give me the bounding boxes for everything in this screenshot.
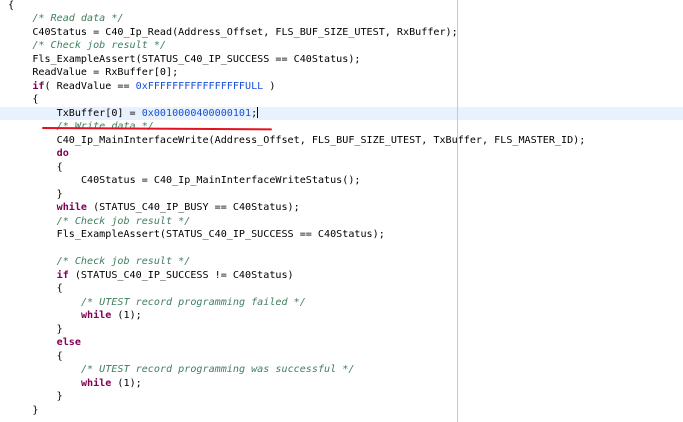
code-line[interactable]: /* UTEST record programming was successf… xyxy=(0,363,683,377)
code-token-comment: /* Check job result */ xyxy=(56,215,191,227)
code-token-plain: C40_Ip_MainInterfaceWrite(Address_Offset… xyxy=(56,134,586,146)
code-line[interactable]: } xyxy=(0,188,683,202)
code-token-plain: ) xyxy=(263,80,276,92)
code-line[interactable]: /* UTEST record programming failed */ xyxy=(0,296,683,310)
code-token-plain: { xyxy=(32,94,39,105)
code-line[interactable]: /* Read data */ xyxy=(0,12,683,26)
code-editor[interactable]: while (Address_Offset < UTEST_END_ADDRES… xyxy=(0,0,683,422)
code-token-plain: Fls_ExampleAssert(STATUS_C40_IP_SUCCESS … xyxy=(56,229,385,240)
code-token-comment: /* UTEST record programming failed */ xyxy=(80,296,306,308)
code-token-plain: C40Status = C40_Ip_MainInterfaceWriteSta… xyxy=(80,175,361,186)
code-line[interactable]: } xyxy=(0,390,683,404)
code-token-plain: { xyxy=(56,283,63,294)
code-line[interactable]: /* Check job result */ xyxy=(0,39,683,53)
code-line[interactable]: { xyxy=(0,0,683,12)
code-line[interactable]: while (1); xyxy=(0,377,683,391)
code-line[interactable]: while (1); xyxy=(0,309,683,323)
code-token-keyword: if xyxy=(56,269,69,281)
code-token-plain: C40Status = C40_Ip_Read(Address_Offset, … xyxy=(32,26,458,38)
code-token-number: 0x0010000400000101 xyxy=(141,107,252,119)
code-line[interactable]: Fls_ExampleAssert(STATUS_C40_IP_SUCCESS … xyxy=(0,53,683,67)
code-token-plain: } xyxy=(56,188,63,200)
code-line[interactable]: { xyxy=(0,282,683,296)
code-token-comment: /* UTEST record programming was successf… xyxy=(80,364,355,375)
code-token-keyword: while xyxy=(56,202,88,213)
code-token-keyword: if xyxy=(32,80,45,92)
code-token-plain: (1); xyxy=(111,377,142,389)
code-line[interactable]: else xyxy=(0,336,683,350)
code-token-plain: (1); xyxy=(111,310,142,321)
code-token-number: 0xFFFFFFFFFFFFFFFFULL xyxy=(135,80,264,92)
code-lines[interactable]: while (Address_Offset < UTEST_END_ADDRES… xyxy=(0,0,683,417)
code-token-plain: Fls_ExampleAssert(STATUS_C40_IP_SUCCESS … xyxy=(32,53,361,65)
code-line[interactable]: { xyxy=(0,350,683,364)
code-line[interactable]: C40Status = C40_Ip_MainInterfaceWriteSta… xyxy=(0,174,683,188)
code-line[interactable]: do xyxy=(0,147,683,161)
code-line[interactable]: } xyxy=(0,323,683,337)
code-line[interactable]: Fls_ExampleAssert(STATUS_C40_IP_SUCCESS … xyxy=(0,228,683,242)
code-token-keyword: while xyxy=(80,310,112,321)
code-line[interactable]: C40_Ip_MainInterfaceWrite(Address_Offset… xyxy=(0,134,683,148)
code-token-plain: TxBuffer[0] = xyxy=(56,107,142,119)
code-token-keyword: else xyxy=(56,337,81,348)
code-line[interactable]: { xyxy=(0,93,683,107)
code-token-comment: /* Check job result */ xyxy=(56,256,191,267)
text-cursor xyxy=(257,106,259,118)
code-line[interactable]: ReadValue = RxBuffer[0]; xyxy=(0,66,683,80)
code-token-plain: { xyxy=(56,161,63,173)
code-token-plain: { xyxy=(56,350,63,362)
code-line[interactable]: /* Check job result */ xyxy=(0,215,683,229)
code-token-comment: /* Read data */ xyxy=(32,13,124,24)
code-token-keyword: while xyxy=(80,377,112,389)
code-line[interactable]: if (STATUS_C40_IP_SUCCESS != C40Status) xyxy=(0,269,683,283)
print-margin-line xyxy=(457,0,458,422)
code-token-plain: { xyxy=(8,0,15,11)
code-line[interactable]: TxBuffer[0] = 0x0010000400000101; xyxy=(0,106,683,120)
code-line[interactable]: if( ReadValue == 0xFFFFFFFFFFFFFFFFULL ) xyxy=(0,80,683,94)
code-token-plain: } xyxy=(56,323,63,335)
code-token-plain: } xyxy=(56,391,63,402)
code-token-keyword: do xyxy=(56,148,69,159)
code-line[interactable]: /* Check job result */ xyxy=(0,255,683,269)
code-token-plain: (STATUS_C40_IP_SUCCESS != C40Status) xyxy=(68,269,294,281)
code-token-plain: ( ReadValue == xyxy=(44,80,136,92)
code-token-comment: /* Check job result */ xyxy=(32,40,167,51)
code-line[interactable]: while (STATUS_C40_IP_BUSY == C40Status); xyxy=(0,201,683,215)
code-line[interactable]: { xyxy=(0,161,683,175)
code-token-plain: } xyxy=(32,404,39,416)
code-line[interactable]: C40Status = C40_Ip_Read(Address_Offset, … xyxy=(0,26,683,40)
code-token-plain: ReadValue = RxBuffer[0]; xyxy=(32,67,179,78)
code-line[interactable] xyxy=(0,242,683,256)
code-line[interactable]: } xyxy=(0,404,683,418)
code-token-plain: (STATUS_C40_IP_BUSY == C40Status); xyxy=(87,202,300,213)
